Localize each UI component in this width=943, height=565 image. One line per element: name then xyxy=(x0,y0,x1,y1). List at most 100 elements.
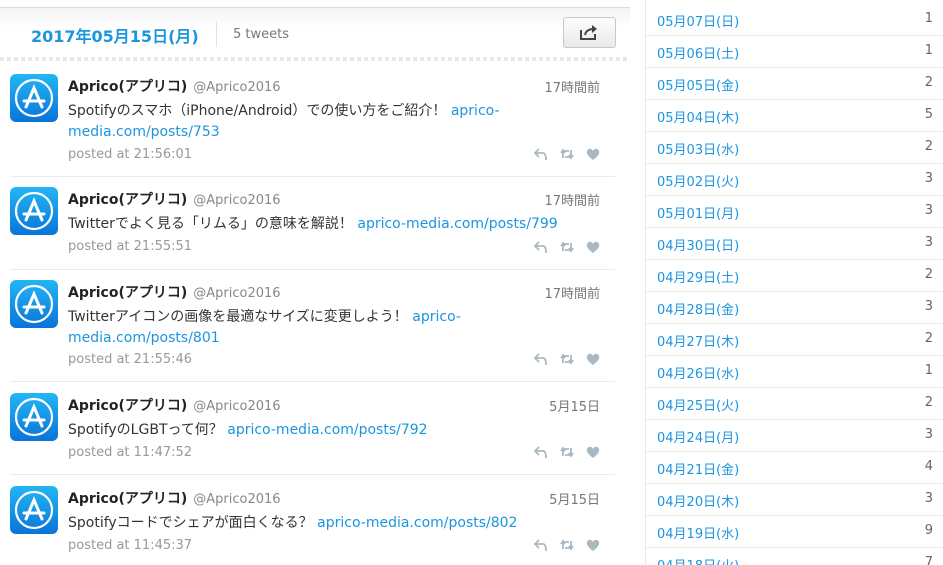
archive-row[interactable]: 05月01日(月) 3 xyxy=(646,196,943,228)
day-title[interactable]: 2017年05月15日(月) xyxy=(31,23,199,47)
heart-icon[interactable] xyxy=(586,146,600,160)
reply-icon[interactable] xyxy=(533,239,548,254)
posted-at: posted at 21:55:46 xyxy=(68,352,193,367)
archive-date-link[interactable]: 05月03日(水) xyxy=(657,139,739,158)
retweet-icon[interactable] xyxy=(560,146,574,160)
heart-icon[interactable] xyxy=(586,239,600,253)
archive-date-link[interactable]: 04月26日(水) xyxy=(657,363,739,382)
archive-date-link[interactable]: 04月30日(日) xyxy=(657,235,739,254)
author-handle: @Aprico2016 xyxy=(193,80,281,95)
heart-icon[interactable] xyxy=(586,537,600,551)
author-name: Aprico(アプリコ) xyxy=(68,491,188,507)
author-handle: @Aprico2016 xyxy=(193,193,281,208)
archive-date-link[interactable]: 05月04日(木) xyxy=(657,107,739,126)
tweet-text: Spotifyコードでシェアが面白くなる？ aprico-media.com/p… xyxy=(68,513,588,534)
avatar[interactable] xyxy=(10,486,58,534)
archive-row[interactable]: 04月21日(金) 4 xyxy=(646,452,943,484)
heart-icon[interactable] xyxy=(586,351,600,365)
archive-date-link[interactable]: 04月25日(火) xyxy=(657,395,739,414)
tweet-body: Spotifyコードでシェアが面白くなる？ xyxy=(68,515,318,531)
archive-count: 9 xyxy=(924,523,933,538)
tweet-text: Twitterでよく見る「リムる」の意味を解説！ aprico-media.co… xyxy=(68,214,588,235)
archive-row[interactable]: 04月28日(金) 3 xyxy=(646,292,943,324)
reply-icon[interactable] xyxy=(533,146,548,161)
archive-row[interactable]: 04月29日(土) 2 xyxy=(646,260,943,292)
archive-date-link[interactable]: 05月07日(日) xyxy=(657,11,739,30)
tweet-body: Twitterアイコンの画像を最適なサイズに変更しよう！ xyxy=(68,309,413,325)
archive-row[interactable]: 04月18日(火) 7 xyxy=(646,548,943,565)
archive-row[interactable]: 05月07日(日) 1 xyxy=(646,4,943,36)
author-name: Aprico(アプリコ) xyxy=(68,192,188,208)
tweet-time[interactable]: 5月15日 xyxy=(549,489,600,508)
archive-row[interactable]: 05月03日(水) 2 xyxy=(646,132,943,164)
tweet-time[interactable]: 17時間前 xyxy=(544,283,600,302)
archive-count: 3 xyxy=(924,235,933,250)
share-button[interactable] xyxy=(563,17,616,48)
archive-date-link[interactable]: 04月19日(水) xyxy=(657,523,739,542)
archive-count: 2 xyxy=(924,395,933,410)
archive-date-link[interactable]: 04月18日(火) xyxy=(657,555,739,565)
archive-row[interactable]: 04月26日(水) 1 xyxy=(646,356,943,388)
archive-row[interactable]: 05月06日(土) 1 xyxy=(646,36,943,68)
posted-at: posted at 11:47:52 xyxy=(68,445,193,460)
archive-date-link[interactable]: 04月20日(木) xyxy=(657,491,739,510)
archive-date-link[interactable]: 05月05日(金) xyxy=(657,75,739,94)
avatar[interactable] xyxy=(10,393,58,441)
tweet-author[interactable]: Aprico(アプリコ) @Aprico2016 xyxy=(68,76,281,96)
archive-date-link[interactable]: 05月01日(月) xyxy=(657,203,739,222)
tweet-link[interactable]: aprico-media.com/posts/799 xyxy=(357,216,557,232)
archive-row[interactable]: 05月04日(木) 5 xyxy=(646,100,943,132)
archive-row[interactable]: 04月24日(月) 3 xyxy=(646,420,943,452)
author-handle: @Aprico2016 xyxy=(193,286,281,301)
author-name: Aprico(アプリコ) xyxy=(68,398,188,414)
retweet-icon[interactable] xyxy=(560,537,574,551)
tweet-time[interactable]: 17時間前 xyxy=(544,77,600,96)
archive-row[interactable]: 04月20日(木) 3 xyxy=(646,484,943,516)
archive-count: 7 xyxy=(924,555,933,565)
tweet-body: SpotifyのLGBTって何？ xyxy=(68,422,228,438)
header-divider xyxy=(216,21,217,47)
archive-date-link[interactable]: 04月24日(月) xyxy=(657,427,739,446)
archive-date-link[interactable]: 05月02日(火) xyxy=(657,171,739,190)
tweet-author[interactable]: Aprico(アプリコ) @Aprico2016 xyxy=(68,282,281,302)
tweet-author[interactable]: Aprico(アプリコ) @Aprico2016 xyxy=(68,189,281,209)
archive-row[interactable]: 05月05日(金) 2 xyxy=(646,68,943,100)
tweet-author[interactable]: Aprico(アプリコ) @Aprico2016 xyxy=(68,395,281,415)
tweet-text: Spotifyのスマホ（iPhone/Android）での使い方をご紹介！ ap… xyxy=(68,101,518,143)
archive-row[interactable]: 05月02日(火) 3 xyxy=(646,164,943,196)
archive-count: 1 xyxy=(924,363,933,378)
reply-icon[interactable] xyxy=(533,351,548,366)
archive-row[interactable]: 04月27日(木) 2 xyxy=(646,324,943,356)
tweet: Aprico(アプリコ) @Aprico2016 17時間前 Twitterでよく… xyxy=(10,187,615,270)
archive-count: 2 xyxy=(924,75,933,90)
tweet-actions xyxy=(533,239,600,254)
tweet-link[interactable]: aprico-media.com/posts/802 xyxy=(317,515,517,531)
archive-date-link[interactable]: 04月28日(金) xyxy=(657,299,739,318)
tweet-link[interactable]: aprico-media.com/posts/792 xyxy=(227,422,427,438)
tweet-author[interactable]: Aprico(アプリコ) @Aprico2016 xyxy=(68,488,281,508)
archive-date-link[interactable]: 04月29日(土) xyxy=(657,267,739,286)
retweet-icon[interactable] xyxy=(560,444,574,458)
avatar[interactable] xyxy=(10,187,58,235)
archive-date-link[interactable]: 04月27日(木) xyxy=(657,331,739,350)
tweet-actions xyxy=(533,444,600,459)
avatar[interactable] xyxy=(10,74,58,122)
posted-at: posted at 21:56:01 xyxy=(68,147,193,162)
reply-icon[interactable] xyxy=(533,537,548,552)
retweet-icon[interactable] xyxy=(560,239,574,253)
archive-row[interactable]: 04月30日(日) 3 xyxy=(646,228,943,260)
reply-icon[interactable] xyxy=(533,444,548,459)
heart-icon[interactable] xyxy=(586,444,600,458)
tweet-body: Twitterでよく見る「リムる」の意味を解説！ xyxy=(68,216,358,232)
tweet: Aprico(アプリコ) @Aprico2016 17時間前 Spotifyのスマ… xyxy=(10,74,615,177)
tweet-time[interactable]: 5月15日 xyxy=(549,396,600,415)
retweet-icon[interactable] xyxy=(560,351,574,365)
tweet-time[interactable]: 17時間前 xyxy=(544,190,600,209)
archive-row[interactable]: 04月19日(水) 9 xyxy=(646,516,943,548)
archive-date-link[interactable]: 05月06日(土) xyxy=(657,43,739,62)
archive-count: 3 xyxy=(924,203,933,218)
archive-date-link[interactable]: 04月21日(金) xyxy=(657,459,739,478)
avatar[interactable] xyxy=(10,280,58,328)
archive-count: 2 xyxy=(924,267,933,282)
archive-row[interactable]: 04月25日(火) 2 xyxy=(646,388,943,420)
